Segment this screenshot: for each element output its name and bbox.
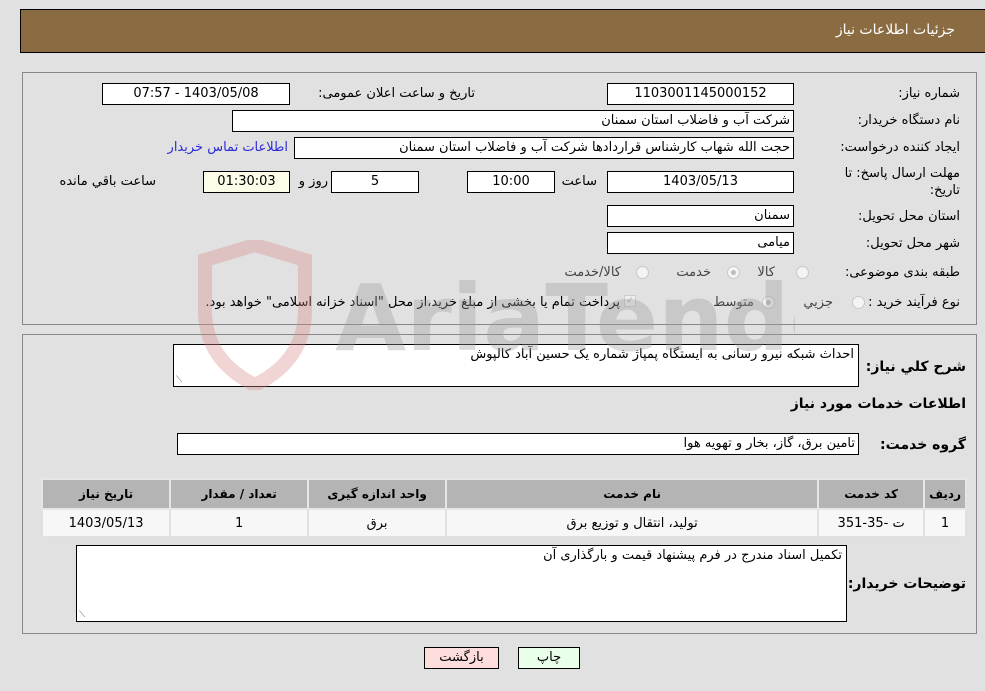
services-panel: شرح کلي نیاز: احداث شبکه نیرو رسانی به ا… <box>22 334 977 634</box>
purchase-option-medium: متوسط <box>713 295 754 310</box>
service-group-label: گروه خدمت: <box>880 437 966 453</box>
need-details-panel: شماره نیاز: 1103001145000152 تاریخ و ساع… <box>22 72 977 325</box>
table-row: 1 ت -35-351 تولید، انتقال و توزیع برق بر… <box>40 508 967 538</box>
buyer-notes-text: تکمیل اسناد مندرج در فرم پیشنهاد قیمت و … <box>543 548 842 563</box>
purchase-type-label: نوع فرآیند خرید : <box>868 295 960 310</box>
remaining-time-label: ساعت باقي مانده <box>59 174 156 189</box>
city-label: شهر محل تحویل: <box>865 236 960 251</box>
category-label: طبقه بندی موضوعی: <box>844 265 960 280</box>
category-radio-goods-service[interactable] <box>636 266 649 279</box>
category-option-goods: کالا <box>757 265 775 280</box>
category-option-service: خدمت <box>676 265 711 280</box>
requester-field: حجت الله شهاب کارشناس قراردادها شرکت آب … <box>294 137 794 159</box>
cell-row-number: 1 <box>923 508 967 538</box>
category-radio-goods[interactable] <box>796 266 809 279</box>
purchase-radio-medium[interactable] <box>762 296 775 309</box>
col-header-unit: واحد اندازه گیری <box>307 478 448 510</box>
col-header-row-number: ردیف <box>923 478 967 510</box>
treasury-checkbox[interactable]: ✓ <box>624 295 636 307</box>
buyer-notes-textarea[interactable]: تکمیل اسناد مندرج در فرم پیشنهاد قیمت و … <box>76 545 847 622</box>
col-header-need-date: تاریخ نیاز <box>40 478 172 510</box>
days-label: روز و <box>298 174 328 189</box>
col-header-service-code: کد خدمت <box>817 478 926 510</box>
cell-service-name: تولید، انتقال و توزیع برق <box>445 508 820 538</box>
category-radio-service[interactable] <box>727 266 740 279</box>
buyer-org-field: شرکت آب و فاضلاب استان سمنان <box>232 110 794 132</box>
page-header: جزئیات اطلاعات نیاز <box>20 9 985 53</box>
cell-need-date: 1403/05/13 <box>40 508 172 538</box>
requester-label: ایجاد کننده درخواست: <box>840 140 960 155</box>
remaining-days-field: 5 <box>331 171 419 193</box>
category-option-goods-service: کالا/خدمت <box>564 265 621 280</box>
buyer-org-label: نام دستگاه خریدار: <box>857 113 960 128</box>
cell-unit: برق <box>307 508 448 538</box>
back-button[interactable]: بازگشت <box>424 647 499 669</box>
purchase-radio-minor[interactable] <box>852 296 865 309</box>
description-label: شرح کلي نیاز: <box>865 359 966 375</box>
announce-datetime-label: تاریخ و ساعت اعلان عمومی: <box>318 86 475 101</box>
description-text: احداث شبکه نیرو رسانی به ایستگاه پمپاژ ش… <box>470 347 854 362</box>
city-field: میامی <box>607 232 794 254</box>
resize-grip-icon[interactable]: ⟋ <box>79 610 85 620</box>
deadline-time-field: 10:00 <box>467 171 555 193</box>
announce-datetime-field: 1403/05/08 - 07:57 <box>102 83 290 105</box>
description-textarea[interactable]: احداث شبکه نیرو رسانی به ایستگاه پمپاژ ش… <box>173 344 859 387</box>
purchase-option-minor: جزيي <box>803 295 833 310</box>
need-number-label: شماره نیاز: <box>898 86 960 101</box>
deadline-time-label: ساعت <box>561 174 597 189</box>
buyer-notes-label: توضیحات خریدار: <box>847 576 966 592</box>
deadline-date-field: 1403/05/13 <box>607 171 794 193</box>
services-section-title: اطلاعات خدمات مورد نیاز <box>790 396 966 412</box>
page-title: جزئیات اطلاعات نیاز <box>835 22 955 38</box>
deadline-label: مهلت ارسال پاسخ: تا تاریخ: <box>844 166 960 198</box>
services-table: ردیف کد خدمت نام خدمت واحد اندازه گیری ت… <box>40 478 967 538</box>
cell-service-code: ت -35-351 <box>817 508 926 538</box>
remaining-time-field: 01:30:03 <box>203 171 290 193</box>
service-group-field: تامین برق، گاز، بخار و تهویه هوا <box>177 433 859 455</box>
col-header-service-name: نام خدمت <box>445 478 820 510</box>
table-header-row: ردیف کد خدمت نام خدمت واحد اندازه گیری ت… <box>40 478 967 510</box>
province-label: استان محل تحویل: <box>858 209 960 224</box>
col-header-quantity: تعداد / مقدار <box>169 478 310 510</box>
need-number-field: 1103001145000152 <box>607 83 794 105</box>
province-field: سمنان <box>607 205 794 227</box>
cell-quantity: 1 <box>169 508 310 538</box>
buyer-contact-link[interactable]: اطلاعات تماس خریدار <box>168 140 288 155</box>
resize-grip-icon[interactable]: ⟋ <box>176 375 182 385</box>
print-button[interactable]: چاپ <box>518 647 580 669</box>
treasury-note: پرداخت تمام یا بخشی از مبلغ خرید،از محل … <box>205 295 620 310</box>
